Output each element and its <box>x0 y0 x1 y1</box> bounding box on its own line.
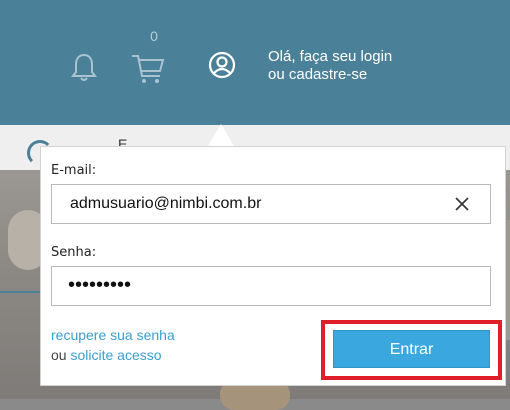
password-value[interactable]: ••••••••• <box>68 274 131 297</box>
popup-arrow <box>208 124 234 146</box>
top-header: 0 Olá, faça seu login ou cadastre-se <box>0 0 510 125</box>
or-text: ou <box>51 347 67 363</box>
request-access-link[interactable]: solicite acesso <box>70 347 161 363</box>
email-value[interactable]: admusuario@nimbi.com.br <box>70 195 261 213</box>
background-divider <box>0 291 40 293</box>
email-label: E-mail: <box>51 163 97 178</box>
recover-password-link[interactable]: recupere sua senha <box>51 327 175 343</box>
cart-icon[interactable] <box>130 50 166 86</box>
email-field[interactable]: admusuario@nimbi.com.br <box>51 184 491 224</box>
login-greeting[interactable]: Olá, faça seu login ou cadastre-se <box>268 48 392 84</box>
user-icon[interactable] <box>207 50 237 80</box>
bell-icon[interactable] <box>70 52 98 82</box>
login-submit-button[interactable]: Entrar <box>333 330 490 368</box>
cart-count-badge: 0 <box>150 28 158 44</box>
password-label: Senha: <box>51 245 97 260</box>
close-icon[interactable] <box>452 194 472 214</box>
greeting-line-2[interactable]: ou cadastre-se <box>268 66 392 84</box>
password-field[interactable]: ••••••••• <box>51 266 491 306</box>
account-links: recupere sua senha ou solicite acesso <box>51 325 175 365</box>
greeting-line-1[interactable]: Olá, faça seu login <box>268 48 392 66</box>
